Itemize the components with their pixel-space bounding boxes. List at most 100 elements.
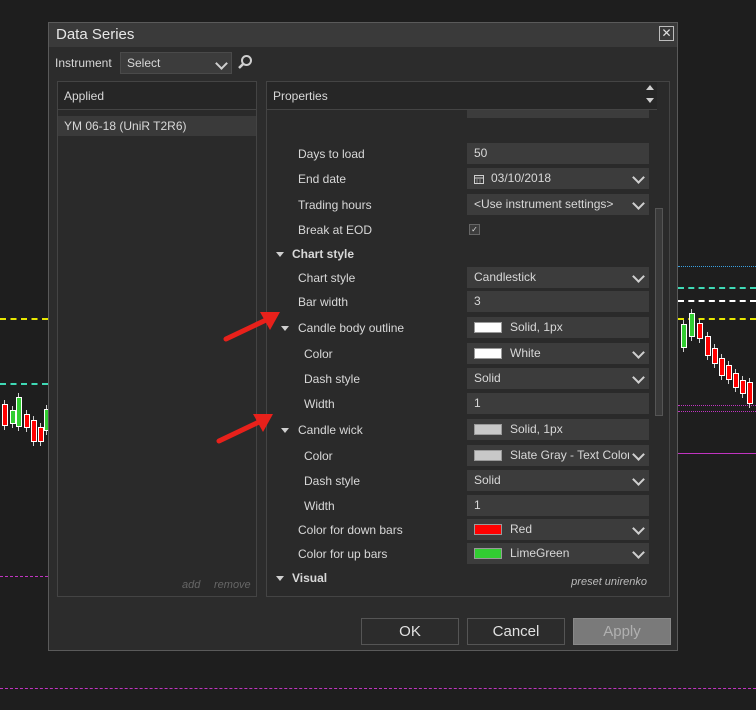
applied-header: Applied <box>58 82 256 110</box>
dotted-blue-line-right <box>678 266 756 267</box>
property-label: Dash style <box>304 372 361 386</box>
property-value-width[interactable]: 1 <box>467 393 649 414</box>
property-row-color: Color White <box>267 343 657 365</box>
chevron-down-icon[interactable] <box>632 473 645 486</box>
title-bar[interactable]: Data Series ✕ <box>49 23 677 47</box>
property-value-candle-body-outline[interactable]: Solid, 1px <box>467 317 649 338</box>
property-row-candle-body-outline: Candle body outline Solid, 1px <box>267 317 657 339</box>
property-label: Dash style <box>304 474 361 488</box>
section-chart-style: Chart style <box>267 243 657 265</box>
property-row-width: Width 1 <box>267 495 657 517</box>
property-row-end-date: End date 03/10/2018 <box>267 168 657 190</box>
property-value-trading-hours[interactable]: <Use instrument settings> <box>467 194 649 215</box>
property-row-color-for-up-bars: Color for up bars LimeGreen <box>267 543 657 565</box>
search-icon[interactable] <box>237 54 253 70</box>
instrument-label: Instrument <box>55 56 112 70</box>
expand-triangle-icon[interactable] <box>281 428 289 433</box>
checkbox[interactable]: ✓ <box>469 224 480 235</box>
chevron-down-icon[interactable] <box>632 371 645 384</box>
add-link[interactable]: add <box>182 579 200 591</box>
chevron-down-icon[interactable] <box>632 197 645 210</box>
property-value-text: Red <box>510 522 533 536</box>
expand-triangle-icon[interactable] <box>276 576 284 581</box>
property-value-break-at-eod[interactable]: ✓ <box>467 219 649 240</box>
instrument-select[interactable]: Select <box>120 52 232 74</box>
property-value-bar-width[interactable]: 3 <box>467 291 649 312</box>
color-swatch <box>474 548 502 559</box>
calendar-icon[interactable] <box>474 173 484 184</box>
applied-header-label: Applied <box>64 89 105 103</box>
property-label: Visual <box>292 571 328 585</box>
property-row-trading-hours: Trading hours <Use instrument settings> <box>267 194 657 216</box>
property-value-width[interactable]: 1 <box>467 495 649 516</box>
property-label: Chart style <box>292 247 355 261</box>
property-value-text: 50 <box>474 146 488 160</box>
cancel-button[interactable]: Cancel <box>467 618 565 645</box>
partial-field-top <box>467 110 649 118</box>
property-label: Candle wick <box>298 423 363 437</box>
chevron-down-icon[interactable] <box>632 346 645 359</box>
apply-button[interactable]: Apply <box>573 618 671 645</box>
property-value-days-to-load[interactable]: 50 <box>467 143 649 164</box>
property-value-color[interactable]: White <box>467 343 649 364</box>
chevron-down-icon[interactable] <box>632 171 645 184</box>
chevron-down-icon[interactable] <box>632 522 645 535</box>
magenta-line-right-2 <box>678 411 756 412</box>
property-value-text: 1 <box>474 396 481 410</box>
magenta-line-left <box>0 576 48 577</box>
annotation-arrow-icon <box>223 312 280 342</box>
property-label: Days to load <box>298 147 365 161</box>
property-value-chart-style[interactable]: Candlestick <box>467 267 649 288</box>
property-label: Chart style <box>298 271 356 285</box>
scroll-down-icon[interactable] <box>646 98 654 103</box>
property-value-end-date[interactable]: 03/10/2018 <box>467 168 649 189</box>
properties-header-label: Properties <box>273 89 328 103</box>
candle-body <box>2 404 8 426</box>
property-value-dash-style[interactable]: Solid <box>467 470 649 491</box>
property-value-text: Candlestick <box>474 270 537 284</box>
close-icon: ✕ <box>661 26 672 40</box>
candle-body <box>705 336 711 356</box>
property-value-color-for-down-bars[interactable]: Red <box>467 519 649 540</box>
property-label: Bar width <box>298 295 349 309</box>
property-row-dash-style: Dash style Solid <box>267 470 657 492</box>
expand-triangle-icon[interactable] <box>276 252 284 257</box>
chevron-down-icon[interactable] <box>632 448 645 461</box>
property-value-color-for-up-bars[interactable]: LimeGreen <box>467 543 649 564</box>
color-swatch <box>474 348 502 359</box>
candle-body <box>719 358 725 376</box>
candle-body <box>31 420 37 442</box>
property-value-text: LimeGreen <box>510 546 570 560</box>
property-row-days-to-load: Days to load 50 <box>267 143 657 165</box>
property-value-text: Solid, 1px <box>510 320 563 334</box>
property-label: Color <box>304 347 333 361</box>
property-value-color[interactable]: Slate Gray - Text Color <box>467 445 649 466</box>
dashed-white-line-right <box>678 300 756 302</box>
close-button[interactable]: ✕ <box>659 26 674 41</box>
candle-body <box>733 373 739 388</box>
property-value-text: Slate Gray - Text Color <box>510 448 629 462</box>
property-row-bar-width: Bar width 3 <box>267 291 657 313</box>
ok-button[interactable]: OK <box>361 618 459 645</box>
property-row-color: Color Slate Gray - Text Color <box>267 445 657 467</box>
magenta-line-right <box>678 405 756 406</box>
property-value-text: <Use instrument settings> <box>474 197 614 211</box>
property-row-break-at-eod: Break at EOD ✓ <box>267 219 657 241</box>
scroll-up-icon[interactable] <box>646 85 654 90</box>
property-label: Candle body outline <box>298 321 405 335</box>
remove-link[interactable]: remove <box>214 579 251 591</box>
properties-panel: Properties Days to load 50 End date 03/10/2… <box>266 81 670 597</box>
property-row-color-for-down-bars: Color for down bars Red <box>267 519 657 541</box>
chevron-down-icon <box>215 57 228 70</box>
chevron-down-icon[interactable] <box>632 546 645 559</box>
property-value-text: White <box>510 346 541 360</box>
magenta-line-right-3 <box>678 453 756 454</box>
property-value-candle-wick[interactable]: Solid, 1px <box>467 419 649 440</box>
chevron-down-icon[interactable] <box>632 270 645 283</box>
property-value-text: 03/10/2018 <box>491 171 552 185</box>
applied-series-item[interactable]: YM 06-18 (UniR T2R6) <box>58 116 256 136</box>
property-label: End date <box>298 172 347 186</box>
property-value-dash-style[interactable]: Solid <box>467 368 649 389</box>
properties-header: Properties <box>267 82 657 110</box>
data-series-dialog: Data Series ✕ Instrument Select Applied … <box>48 22 678 651</box>
